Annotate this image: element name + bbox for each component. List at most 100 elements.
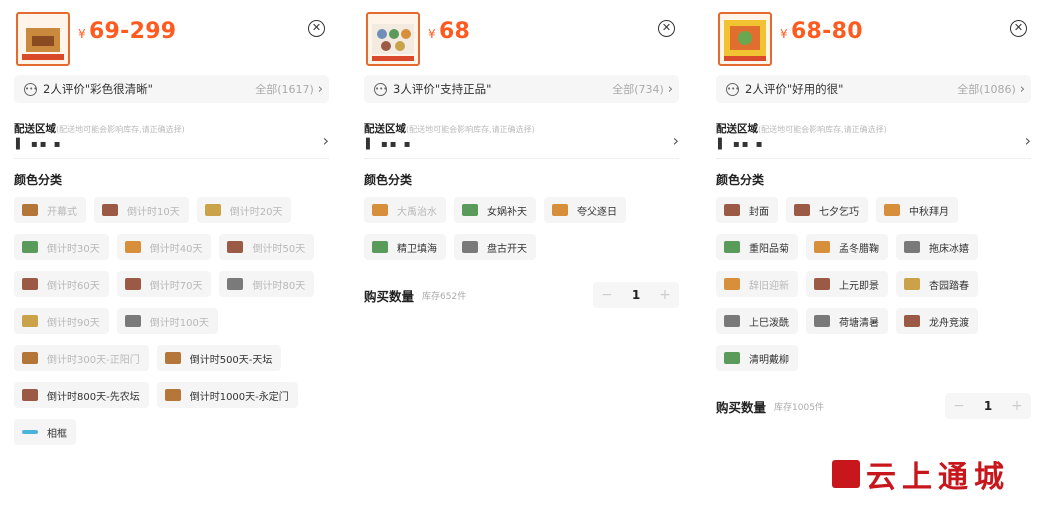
delivery-address: ▌ ▪▪ ▪ — [16, 139, 63, 150]
option-chip[interactable]: 上元即景 — [806, 271, 888, 297]
option-thumbnail-icon — [22, 204, 38, 216]
increase-button[interactable]: + — [651, 287, 679, 303]
review-text: 3人评价"支持正品" — [393, 82, 492, 96]
close-icon[interactable]: ✕ — [308, 20, 325, 37]
brand-logo: 云上通城 — [832, 452, 1010, 496]
close-icon[interactable]: ✕ — [658, 20, 675, 37]
option-chips: 开幕式 倒计时10天 倒计时20天 倒计时30天 倒计时40天 倒计时50天 倒计时60天倒… — [14, 197, 329, 445]
stock-count: 库存652件 — [422, 291, 467, 302]
price: ¥68-80 — [780, 19, 863, 44]
option-chip[interactable]: 相框 — [14, 419, 76, 445]
chevron-right-icon: › — [672, 131, 679, 150]
review-all-link[interactable]: 全部(1086) — [957, 81, 1016, 97]
option-chip[interactable]: 大禹治水 — [364, 197, 446, 223]
option-label: 孟冬腊鞠 — [839, 243, 879, 255]
option-chip[interactable]: 封面 — [716, 197, 778, 223]
option-thumbnail-icon — [227, 241, 244, 253]
option-label: 倒计时20天 — [229, 206, 283, 218]
delivery-address: ▌ ▪▪ ▪ — [366, 139, 413, 150]
option-chip[interactable]: 倒计时100天 — [116, 308, 218, 334]
option-label: 女娲补天 — [487, 206, 527, 218]
stock-count: 库存1005件 — [774, 402, 824, 413]
review-bar[interactable]: ••• 2人评价"彩色很清晰" 全部(1617) › — [14, 75, 329, 103]
option-label: 倒计时40天 — [149, 243, 203, 255]
option-label: 杏园踏春 — [929, 280, 969, 292]
option-label: 倒计时80天 — [252, 280, 306, 292]
option-label: 封面 — [749, 206, 769, 218]
brand-name: 云上通城 — [866, 460, 1010, 495]
option-label: 夸父逐日 — [577, 206, 617, 218]
review-bar[interactable]: ••• 2人评价"好用的很" 全部(1086) › — [716, 75, 1031, 103]
option-chip[interactable]: 倒计时60天 — [14, 271, 109, 297]
delivery-area[interactable]: 配送区域(配送地可能会影响库存,请正确选择) ▌ ▪▪ ▪ › — [364, 117, 679, 159]
delivery-note: (配送地可能会影响库存,请正确选择) — [56, 125, 185, 134]
option-label: 倒计时1000天-永定门 — [189, 391, 289, 403]
option-chip[interactable]: 夸父逐日 — [544, 197, 626, 223]
option-chip[interactable]: 倒计时500天-天坛 — [156, 345, 282, 371]
option-chip[interactable]: 七夕乞巧 — [786, 197, 868, 223]
option-thumbnail-icon — [372, 204, 388, 216]
option-chip[interactable]: 倒计时10天 — [94, 197, 189, 223]
option-chip[interactable]: 孟冬腊鞠 — [806, 234, 888, 260]
option-chip[interactable]: 倒计时40天 — [116, 234, 212, 260]
option-label: 倒计时10天 — [127, 206, 180, 218]
increase-button[interactable]: + — [1003, 398, 1031, 414]
color-category-title: 颜色分类 — [716, 173, 765, 187]
delivery-address: ▌ ▪▪ ▪ — [718, 139, 765, 150]
review-bar[interactable]: ••• 3人评价"支持正品" 全部(734) › — [364, 75, 679, 103]
option-chip[interactable]: 倒计时300天-正阳门 — [14, 345, 149, 371]
option-chips: 封面 七夕乞巧 中秋拜月重阳品菊 孟冬腊鞠 拖床冰嬉辞旧迎新 上元即景 杏园踏春上巳泼酰 荷塘… — [716, 197, 1031, 371]
option-label: 拖床冰嬉 — [929, 243, 969, 255]
option-chip[interactable]: 荷塘清暑 — [806, 308, 888, 334]
option-label: 中秋拜月 — [909, 206, 949, 218]
option-chip[interactable]: 清明戴柳 — [716, 345, 798, 371]
option-chip[interactable]: 倒计时30天 — [14, 234, 109, 260]
option-chip[interactable]: 中秋拜月 — [876, 197, 958, 223]
option-chip[interactable]: 倒计时800天-先农坛 — [14, 382, 149, 408]
quantity-label: 购买数量 — [364, 288, 415, 304]
quantity-label: 购买数量 — [716, 399, 767, 415]
option-label: 辞旧迎新 — [749, 280, 789, 292]
option-chip[interactable]: 倒计时80天 — [219, 271, 315, 297]
option-label: 倒计时800天-先农坛 — [47, 391, 140, 403]
quantity-value[interactable]: 1 — [621, 288, 651, 302]
review-bubble-icon: ••• — [24, 82, 37, 96]
option-chip[interactable]: 精卫填海 — [364, 234, 446, 260]
option-chip[interactable]: 倒计时20天 — [196, 197, 292, 223]
option-thumbnail-icon — [814, 315, 830, 327]
decrease-button[interactable]: − — [945, 398, 973, 414]
option-chip[interactable]: 辞旧迎新 — [716, 271, 798, 297]
delivery-area[interactable]: 配送区域(配送地可能会影响库存,请正确选择) ▌ ▪▪ ▪ › — [716, 117, 1031, 159]
close-icon[interactable]: ✕ — [1010, 20, 1027, 37]
option-chip[interactable]: 倒计时90天 — [14, 308, 109, 334]
option-chip[interactable]: 倒计时1000天-永定门 — [156, 382, 298, 408]
option-chip[interactable]: 重阳品菊 — [716, 234, 798, 260]
option-chip[interactable]: 开幕式 — [14, 197, 86, 223]
option-chip[interactable]: 拖床冰嬉 — [896, 234, 978, 260]
option-thumbnail-icon — [124, 278, 141, 290]
option-chip[interactable]: 上巳泼酰 — [716, 308, 798, 334]
review-all-link[interactable]: 全部(1617) — [255, 81, 314, 97]
option-chip[interactable]: 女娲补天 — [454, 197, 536, 223]
quantity-row: 购买数量 库存1005件 − 1 + — [716, 393, 1031, 419]
option-chip[interactable]: 倒计时50天 — [219, 234, 315, 260]
decrease-button[interactable]: − — [593, 287, 621, 303]
option-chip[interactable]: 倒计时70天 — [116, 271, 212, 297]
option-label: 精卫填海 — [397, 243, 437, 255]
option-label: 开幕式 — [47, 206, 77, 218]
product-thumbnail — [718, 12, 772, 66]
option-thumbnail-icon — [814, 278, 830, 290]
option-thumbnail-icon — [724, 204, 740, 216]
quantity-stepper: − 1 + — [945, 393, 1031, 419]
option-thumbnail-icon — [102, 204, 118, 216]
option-chip[interactable]: 龙舟竞渡 — [896, 308, 978, 334]
option-thumbnail-icon — [227, 278, 244, 290]
option-chip[interactable]: 杏园踏春 — [896, 271, 978, 297]
option-label: 倒计时90天 — [47, 317, 100, 329]
quantity-value[interactable]: 1 — [973, 399, 1003, 413]
delivery-area[interactable]: 配送区域(配送地可能会影响库存,请正确选择) ▌ ▪▪ ▪ › — [14, 117, 329, 159]
review-all-link[interactable]: 全部(734) — [612, 81, 664, 97]
option-chip[interactable]: 盘古开天 — [454, 234, 536, 260]
option-thumbnail-icon — [204, 204, 221, 216]
option-thumbnail-icon — [552, 204, 568, 216]
